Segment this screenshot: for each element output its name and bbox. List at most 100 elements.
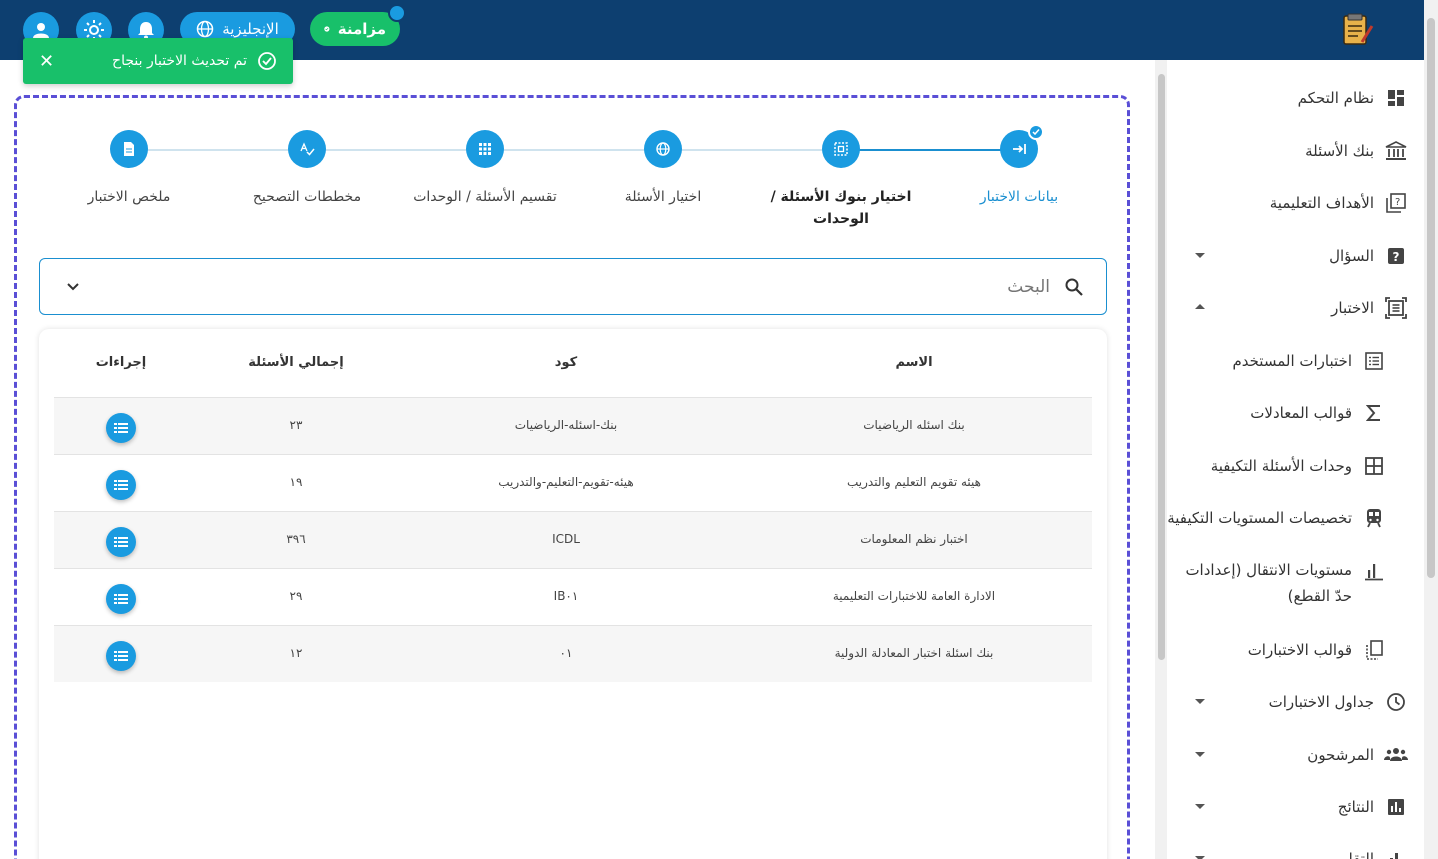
search-bar [39,258,1107,315]
chevron-down-icon[interactable] [1195,752,1205,757]
step-circle [822,130,860,168]
row-actions-button[interactable] [106,470,136,500]
sidebar-item-label: تخصيصات المستويات التكيفية [1167,509,1352,527]
sync-button[interactable]: مزامنة [310,4,406,46]
exam-logo-icon[interactable] [1340,12,1374,48]
step-label: اختيار بنوك الأسئلة / الوحدات [770,189,912,227]
copy-icon [1362,638,1386,662]
clock-icon [1384,690,1408,714]
sidebar-scrollbar-thumb[interactable] [1158,74,1165,660]
cell-name: هيئه تقويم التعليم والتدريب [847,475,981,489]
stepper: بيانات الاختبار اختيار بنوك الأسئلة / ال… [17,98,1127,248]
chevron-up-icon[interactable] [1195,304,1205,309]
document-icon [124,142,134,156]
cell-name: بنك اسئلة اختبار المعادلة الدولية [834,646,994,660]
apps-icon [479,143,491,155]
sidebar-item-label: بنك الأسئلة [1305,142,1374,160]
row-actions-button[interactable] [106,641,136,671]
dashboard-icon [1384,86,1408,110]
login-arrow-icon [1013,144,1026,154]
sync-label: مزامنة [337,20,386,38]
cell-code: IB٠١ [553,589,579,603]
sidebar-item-equation-templates[interactable]: قوالب المعادلات [1250,398,1386,428]
page-scrollbar[interactable] [1424,0,1438,859]
table-row: بنك اسئلة اختبار المعادلة الدولية ٠١ ١٢ [54,625,1092,682]
sidebar-item-exam-schedules[interactable]: جداول الاختبارات [1269,687,1408,717]
cell-name: بنك اسئله الرياضيات [863,418,965,432]
toast-text: تم تحديث الاختبار بنجاح [112,53,247,69]
sync-status-dot [388,4,406,22]
step-grading-schemes[interactable]: مخططات التصحيح [217,130,397,208]
question-icon: ? [1384,244,1408,268]
cell-total: ١٢ [289,646,303,660]
step-circle [110,130,148,168]
close-icon[interactable]: ✕ [39,51,54,72]
column-header-code: كود [554,355,578,370]
search-input[interactable] [750,276,1050,297]
cell-total: ٣٩٦ [286,532,306,546]
chart-icon [1384,795,1408,819]
sidebar-item-label: التقارير [1328,850,1374,859]
sidebar-item-dashboard[interactable]: نظام التحكم [1298,83,1408,113]
table-row: بنك اسئله الرياضيات بنك-اسئله-الرياضيات … [54,397,1092,454]
globe-icon [656,142,670,156]
quiz-icon: ? [1384,191,1408,215]
search-field-group [750,276,1084,297]
list-icon [114,594,128,604]
sidebar-scrollbar[interactable] [1155,60,1167,859]
row-actions-button[interactable] [106,527,136,557]
chevron-down-icon[interactable] [66,282,80,292]
spellcheck-icon [300,142,315,156]
step-select-questions[interactable]: اختيار الأسئلة [573,130,753,208]
bell-icon [138,22,154,40]
chevron-down-icon[interactable] [1195,699,1205,704]
sidebar-item-exam-templates[interactable]: قوالب الاختبارات [1248,635,1386,665]
list-icon [114,651,128,661]
success-toast: ✕ تم تحديث الاختبار بنجاح [23,38,293,84]
check-icon [1028,124,1044,140]
sidebar-item-reports[interactable]: التقارير [1329,844,1408,859]
check-circle-outline-icon [258,52,276,70]
report-icon [1384,847,1408,859]
search-icon [1065,278,1083,296]
step-exam-summary[interactable]: ملخص الاختبار [39,130,219,208]
row-actions-button[interactable] [106,584,136,614]
page-scrollbar-thumb[interactable] [1427,18,1435,578]
sidebar-item-adaptive-levels[interactable]: تخصيصات المستويات التكيفية [1167,503,1386,533]
sidebar-item-learning-objectives[interactable]: ? الأهداف التعليمية [1270,188,1408,218]
sidebar-item-candidates[interactable]: المرشحون [1307,740,1408,770]
sidebar-item-results[interactable]: النتائج [1338,792,1408,822]
step-exam-data[interactable]: بيانات الاختبار [929,124,1109,208]
step-circle [1000,124,1044,168]
sigma-icon [1362,401,1386,425]
list-icon [114,480,128,490]
sidebar-item-label: السؤال [1329,247,1374,265]
table-row: هيئه تقويم التعليم والتدريب هيئه-تقويم-ا… [54,454,1092,511]
cell-name: الادارة العامة للاختبارات التعليمية [832,589,996,603]
sidebar-item-label: الأهداف التعليمية [1269,194,1374,212]
sidebar-item-label: قوالب المعادلات [1250,404,1352,422]
step-select-banks[interactable]: اختيار بنوك الأسئلة / الوحدات [751,130,931,230]
column-header-name: الاسم [895,355,933,370]
step-split-questions[interactable]: تقسيم الأسئلة / الوحدات [395,130,575,208]
chevron-down-icon[interactable] [1195,253,1205,258]
column-header-actions: إجراءات [95,355,147,370]
list-icon [114,537,128,547]
sidebar-item-user-exams[interactable]: اختبارات المستخدم [1232,346,1386,376]
chevron-down-icon[interactable] [1195,804,1205,809]
sidebar-item-label: قوالب الاختبارات [1247,641,1352,659]
cell-total: ٢٣ [289,418,303,432]
step-circle [288,130,326,168]
sidebar-item-label: الاختبار [1331,299,1374,317]
sidebar-item-label: مستويات الانتقال (إعدادات حدّ القطع) [1185,561,1352,605]
cell-code: هيئه-تقويم-التعليم-والتدريب [498,475,634,489]
toast-message: تم تحديث الاختبار بنجاح [112,51,277,71]
banks-table: الاسم كود إجمالي الأسئلة إجراءات بنك اسئ… [39,329,1107,859]
step-label: تقسيم الأسئلة / الوحدات [413,189,557,205]
sidebar-item-question-bank[interactable]: بنك الأسئلة [1305,136,1408,166]
sidebar-item-exam[interactable]: الاختبار [1331,293,1408,323]
sidebar-item-question[interactable]: ? السؤال [1329,241,1408,271]
sidebar-item-adaptive-units[interactable]: وحدات الأسئلة التكيفية [1211,451,1386,481]
sidebar-item-transition-levels[interactable]: مستويات الانتقال (إعدادات حدّ القطع) [1170,557,1386,613]
row-actions-button[interactable] [106,413,136,443]
